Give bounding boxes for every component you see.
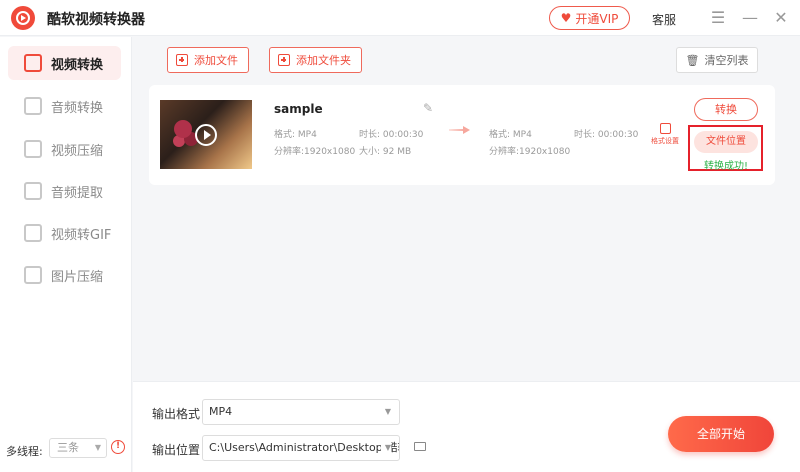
- add-folder-label: 添加文件夹: [296, 54, 351, 67]
- vip-label: 开通VIP: [575, 11, 619, 26]
- menu-icon[interactable]: ☰: [708, 8, 728, 28]
- folder-plus-icon: [278, 54, 290, 66]
- multithread-select[interactable]: 三条 ▼: [49, 438, 107, 458]
- heart-icon: ♥: [560, 11, 572, 25]
- format-setting-label: 格式设置: [651, 137, 679, 145]
- video-compress-icon: [24, 140, 42, 158]
- trash-icon: 🗑: [685, 53, 700, 67]
- settings-icon: [659, 123, 671, 134]
- chevron-down-icon: ▼: [94, 443, 101, 452]
- file-name: sample: [274, 102, 323, 116]
- main-panel: 添加文件 添加文件夹 🗑 清空列表 sample ✎ 格式: MP4 时长: 0…: [133, 37, 800, 380]
- sidebar-item-label: 视频转GIF: [51, 227, 112, 243]
- start-all-button[interactable]: 全部开始: [668, 416, 774, 452]
- output-format-select[interactable]: MP4 ▼: [202, 399, 400, 425]
- clear-list-label: 清空列表: [704, 54, 749, 67]
- output-location-value: C:\Users\Administrator\Desktop\酷软: [209, 441, 400, 454]
- file-location-button[interactable]: 文件位置: [694, 131, 758, 153]
- source-format: 格式: MP4: [274, 130, 317, 140]
- info-icon[interactable]: !: [111, 440, 125, 454]
- sidebar-item-video-convert[interactable]: 视频转换: [8, 46, 121, 80]
- gif-icon: [24, 224, 42, 242]
- target-format: 格式: MP4: [489, 130, 532, 140]
- output-location-select[interactable]: C:\Users\Administrator\Desktop\酷软 ▼: [202, 435, 400, 461]
- audio-extract-icon: [24, 182, 42, 200]
- arrow-right-icon: [449, 125, 471, 135]
- sidebar-item-label: 音频提取: [51, 185, 104, 201]
- file-item: sample ✎ 格式: MP4 时长: 00:00:30 分辨率:1920x1…: [149, 85, 775, 185]
- output-format-value: MP4: [209, 405, 233, 418]
- sidebar-item-image-compress[interactable]: 图片压缩: [8, 258, 121, 292]
- sidebar-item-label: 图片压缩: [51, 269, 104, 285]
- target-resolution: 分辨率:1920x1080: [489, 147, 571, 157]
- sidebar-item-audio-extract[interactable]: 音频提取: [8, 174, 121, 208]
- multithread-value: 三条: [57, 441, 79, 454]
- sidebar-item-video-compress[interactable]: 视频压缩: [8, 132, 121, 166]
- sidebar-item-video-to-gif[interactable]: 视频转GIF: [8, 216, 121, 250]
- vip-button[interactable]: ♥ 开通VIP: [549, 6, 630, 30]
- format-setting-button[interactable]: 格式设置: [649, 123, 681, 146]
- multithread-label: 多线程:: [6, 445, 43, 458]
- add-file-button[interactable]: 添加文件: [167, 47, 249, 73]
- convert-button[interactable]: 转换: [694, 98, 758, 121]
- target-duration: 时长: 00:00:30: [574, 130, 639, 140]
- edit-icon[interactable]: ✎: [423, 102, 435, 114]
- sidebar-item-label: 视频压缩: [51, 143, 104, 159]
- add-file-label: 添加文件: [194, 54, 238, 67]
- sidebar-item-label: 音频转换: [51, 100, 104, 116]
- sidebar: 视频转换 音频转换 视频压缩 音频提取 视频转GIF 图片压缩: [0, 37, 132, 472]
- sidebar-item-audio-convert[interactable]: 音频转换: [8, 89, 121, 123]
- audio-convert-icon: [24, 97, 42, 115]
- add-folder-button[interactable]: 添加文件夹: [269, 47, 362, 73]
- minimize-icon[interactable]: —: [740, 8, 760, 28]
- video-convert-icon: [24, 54, 42, 72]
- customer-service-button[interactable]: 客服: [652, 11, 676, 28]
- app-logo-icon: [11, 6, 35, 30]
- title-bar: 酷软视频转换器 ♥ 开通VIP 客服 ☰ — ✕: [0, 0, 800, 36]
- play-icon[interactable]: [195, 124, 217, 146]
- video-thumbnail[interactable]: [160, 100, 252, 169]
- close-icon[interactable]: ✕: [771, 8, 791, 28]
- chevron-down-icon: ▼: [380, 436, 391, 460]
- chevron-down-icon: ▼: [380, 400, 391, 424]
- clear-list-button[interactable]: 🗑 清空列表: [676, 47, 758, 73]
- source-duration: 时长: 00:00:30: [359, 130, 424, 140]
- source-resolution: 分辨率:1920x1080: [274, 147, 356, 157]
- app-title: 酷软视频转换器: [47, 12, 145, 28]
- status-text: 转换成功!: [703, 161, 748, 172]
- plus-icon: [176, 54, 188, 66]
- output-settings-panel: 输出格式 MP4 ▼ 输出位置 C:\Users\Administrator\D…: [133, 381, 800, 472]
- sidebar-item-label: 视频转换: [51, 57, 104, 73]
- image-compress-icon: [24, 266, 42, 284]
- output-format-label: 输出格式: [152, 407, 201, 421]
- source-size: 大小: 92 MB: [359, 147, 412, 157]
- folder-icon[interactable]: [414, 442, 426, 451]
- output-location-label: 输出位置: [152, 443, 201, 457]
